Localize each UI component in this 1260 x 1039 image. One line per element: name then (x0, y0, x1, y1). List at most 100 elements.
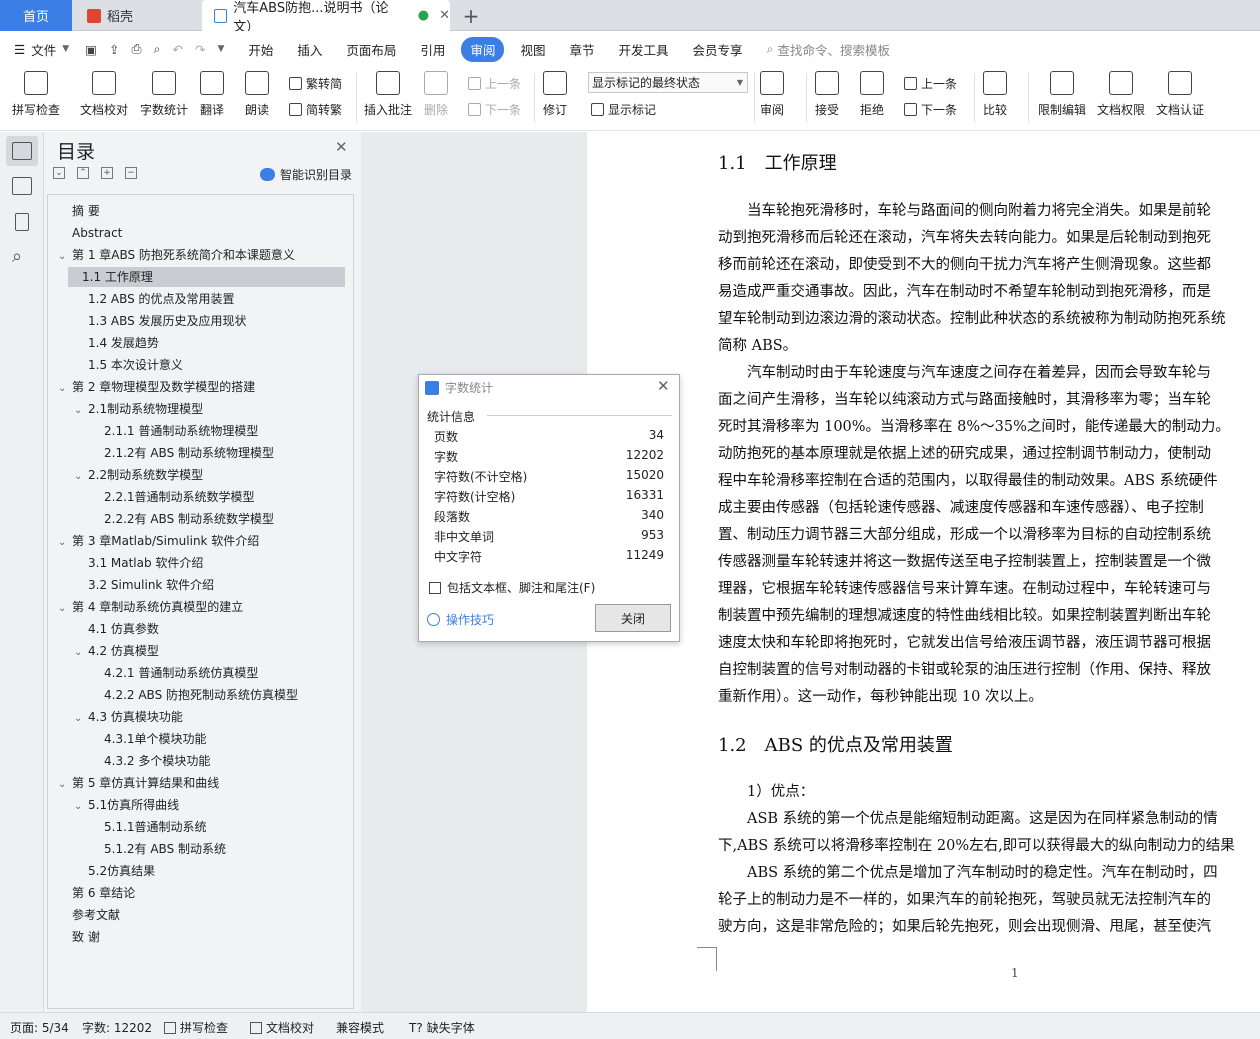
toc-item[interactable]: 3.2 Simulink 软件介绍 (74, 575, 214, 595)
expand-all-icon[interactable]: ⌄ (53, 167, 65, 179)
menu-review[interactable]: 审阅 (461, 36, 505, 62)
toc-item[interactable]: ⌄ 2.2制动系统数学模型 (74, 465, 203, 485)
insert-comment-button[interactable]: 插入批注 (364, 71, 412, 118)
chevron-down-icon[interactable]: ⌄ (58, 247, 72, 267)
dialog-close-icon[interactable]: ✕ (657, 377, 670, 395)
chevron-down-icon[interactable]: ▼ (62, 44, 69, 54)
search-icon[interactable]: ⌕ (12, 246, 22, 267)
menu-file[interactable]: 文件 (31, 40, 56, 59)
compare-button[interactable]: 比较 (983, 71, 1007, 118)
remove-heading-icon[interactable]: − (125, 167, 137, 179)
read-aloud-button[interactable]: 朗读 (245, 71, 269, 118)
toc-item[interactable]: ⌄ 5.1仿真所得曲线 (74, 795, 179, 815)
chevron-down-icon[interactable]: ⌄ (74, 709, 88, 729)
toc-panel-icon[interactable] (12, 142, 32, 160)
toc-item[interactable]: 5.1.1普通制动系统 (90, 817, 207, 837)
toc-item[interactable]: 1.5 本次设计意义 (74, 355, 183, 375)
toc-item[interactable]: ⌄ 第 1 章ABS 防抱死系统简介和本课题意义 (58, 245, 295, 265)
collapse-all-icon[interactable]: ⌃ (77, 167, 89, 179)
toc-item[interactable]: 2.2.2有 ABS 制动系统数学模型 (90, 509, 274, 529)
next-comment-button[interactable]: 下一条 (468, 101, 521, 118)
menu-developer[interactable]: 开发工具 (618, 40, 668, 59)
tab-daoke[interactable]: 稻壳 (73, 0, 197, 31)
close-tab-icon[interactable]: ✕ (439, 8, 450, 23)
toc-item[interactable]: 4.1 仿真参数 (74, 619, 159, 639)
new-tab-button[interactable]: + (456, 0, 486, 31)
toc-item[interactable]: ⌄ 4.2 仿真模型 (74, 641, 159, 661)
close-button[interactable]: 关闭 (595, 604, 671, 632)
toc-item[interactable]: ⌄ 4.3 仿真模块功能 (74, 707, 183, 727)
menu-view[interactable]: 视图 (520, 40, 545, 59)
word-count-button[interactable]: 字数统计 (140, 71, 188, 118)
status-proofread[interactable]: 文档校对 (250, 1019, 314, 1036)
word-count-indicator[interactable]: 字数: 12202 (82, 1019, 152, 1036)
accept-button[interactable]: 接受 (815, 71, 839, 118)
simp-to-trad-button[interactable]: 简转繁 (289, 101, 342, 118)
page-indicator[interactable]: 页面: 5/34 (10, 1019, 69, 1036)
toc-item[interactable]: 1.3 ABS 发展历史及应用现状 (74, 311, 247, 331)
toc-item[interactable]: 2.1.2有 ABS 制动系统物理模型 (90, 443, 274, 463)
chapter-nav-icon[interactable] (12, 177, 32, 195)
hamburger-icon[interactable]: ☰ (14, 42, 25, 57)
toc-item[interactable]: 4.3.2 多个模块功能 (90, 751, 210, 771)
tab-home[interactable]: 首页 (0, 0, 72, 31)
spell-check-button[interactable]: 拼写检查 (12, 71, 60, 118)
toc-item[interactable]: 1.1 工作原理 (68, 267, 345, 287)
chevron-down-icon[interactable]: ⌄ (58, 599, 72, 619)
toc-item[interactable]: ⌄ 第 5 章仿真计算结果和曲线 (58, 773, 219, 793)
delete-comment-button[interactable]: 删除 (424, 71, 448, 118)
status-spell-check[interactable]: 拼写检查 (164, 1019, 228, 1036)
translate-button[interactable]: 翻译 (200, 71, 224, 118)
menu-insert[interactable]: 插入 (297, 40, 322, 59)
trad-to-simp-button[interactable]: 繁转简 (289, 75, 342, 92)
chevron-down-icon[interactable]: ⌄ (58, 533, 72, 553)
command-search[interactable]: 查找命令、搜索模板 (778, 40, 891, 59)
toc-item[interactable]: ⌄ 第 2 章物理模型及数学模型的搭建 (58, 377, 255, 397)
chevron-down-icon[interactable]: ⌄ (58, 775, 72, 795)
toc-item[interactable]: 摘 要 (58, 201, 100, 221)
chevron-down-icon[interactable]: ⌄ (74, 401, 88, 421)
toc-item[interactable]: 4.2.2 ABS 防抱死制动系统仿真模型 (90, 685, 298, 705)
track-changes-button[interactable]: 修订 (543, 71, 567, 118)
include-textbox-checkbox[interactable]: 包括文本框、脚注和尾注(F) (429, 579, 595, 596)
toc-item[interactable]: 2.2.1普通制动系统数学模型 (90, 487, 255, 507)
doc-permission-button[interactable]: 文档权限 (1097, 71, 1145, 118)
export-icon[interactable]: ⇪ (109, 42, 119, 57)
markup-display-select[interactable]: 显示标记的最终状态 ▼ (588, 72, 748, 93)
toc-item[interactable]: 4.3.1单个模块功能 (90, 729, 207, 749)
restrict-editing-button[interactable]: 限制编辑 (1038, 71, 1086, 118)
reject-button[interactable]: 拒绝 (860, 71, 884, 118)
compat-mode[interactable]: 兼容模式 (336, 1019, 384, 1036)
menu-start[interactable]: 开始 (248, 40, 273, 59)
close-icon[interactable]: ✕ (335, 138, 348, 156)
toc-item[interactable]: 第 6 章结论 (58, 883, 135, 903)
bookmark-icon[interactable] (15, 213, 29, 231)
toc-item[interactable]: Abstract (58, 223, 122, 243)
menu-references[interactable]: 引用 (420, 40, 445, 59)
chevron-down-icon[interactable]: ⌄ (74, 467, 88, 487)
save-icon[interactable]: ▣ (85, 42, 97, 57)
toc-item[interactable]: 4.2.1 普通制动系统仿真模型 (90, 663, 258, 683)
menu-page-layout[interactable]: 页面布局 (346, 40, 396, 59)
toc-item[interactable]: 参考文献 (58, 905, 120, 925)
proofread-button[interactable]: 文档校对 (80, 71, 128, 118)
toc-item[interactable]: 5.1.2有 ABS 制动系统 (90, 839, 226, 859)
more-icon[interactable]: ▼ (217, 44, 224, 54)
prev-comment-button[interactable]: 上一条 (468, 75, 521, 92)
preview-icon[interactable]: ⌕ (153, 41, 160, 57)
toc-item[interactable]: 致 谢 (58, 927, 100, 947)
print-icon[interactable]: ⎙ (131, 41, 141, 57)
chevron-down-icon[interactable]: ⌄ (74, 643, 88, 663)
tips-link[interactable]: 操作技巧 (427, 611, 494, 628)
toc-item[interactable]: 1.4 发展趋势 (74, 333, 159, 353)
toc-item[interactable]: 2.1.1 普通制动系统物理模型 (90, 421, 258, 441)
undo-icon[interactable]: ↶ (172, 42, 182, 57)
toc-item[interactable]: 5.2仿真结果 (74, 861, 155, 881)
review-pane-button[interactable]: 审阅 (760, 71, 784, 118)
tab-document[interactable]: 汽车ABS防抱...说明书（论文） ● ✕ (202, 0, 450, 35)
doc-auth-button[interactable]: 文档认证 (1156, 71, 1204, 118)
chevron-down-icon[interactable]: ⌄ (58, 379, 72, 399)
toc-item[interactable]: ⌄ 第 3 章Matlab/Simulink 软件介绍 (58, 531, 259, 551)
toc-item[interactable]: 1.2 ABS 的优点及常用装置 (74, 289, 235, 309)
document-page[interactable]: 1.1 工作原理 当车轮抱死滑移时，车轮与路面间的侧向附着力将完全消失。如果是前… (587, 132, 1260, 1012)
